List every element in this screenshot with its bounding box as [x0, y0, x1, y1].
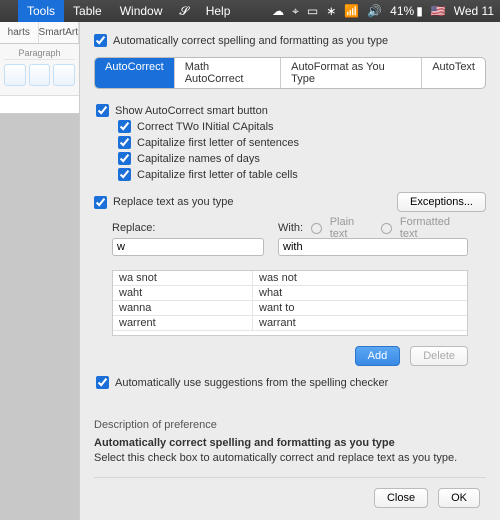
with-input[interactable] [278, 238, 468, 256]
dialog-footer: Close OK [94, 477, 486, 520]
cloud-icon[interactable]: ☁ [272, 4, 284, 18]
tab-math-autocorrect[interactable]: Math AutoCorrect [175, 58, 281, 88]
wifi-icon[interactable]: 📶 [344, 4, 359, 18]
ribbon-icon[interactable] [53, 64, 75, 86]
smart-button-label: Show AutoCorrect smart button [115, 105, 268, 117]
clock[interactable]: Wed 11 [454, 4, 494, 18]
auto-correct-label: Automatically correct spelling and forma… [113, 35, 388, 47]
radio-formatted-text [381, 223, 392, 234]
smart-button-checkbox[interactable] [96, 104, 109, 117]
flag-icon[interactable]: 🇺🇸 [431, 4, 446, 18]
replace-title: Replace: [112, 222, 155, 234]
table-row: wahtwhat [113, 286, 467, 301]
spellcheck-suggestions-label: Automatically use suggestions from the s… [115, 377, 388, 389]
add-button[interactable]: Add [355, 346, 401, 366]
document-background [0, 114, 79, 520]
tab-autocorrect[interactable]: AutoCorrect [95, 58, 175, 88]
replace-as-type-checkbox[interactable] [94, 196, 107, 209]
opt-cap-sentences[interactable] [118, 136, 131, 149]
tab-autoformat[interactable]: AutoFormat as You Type [281, 58, 422, 88]
ribbon-icon[interactable] [29, 64, 51, 86]
autocorrect-dialog: Automatically correct spelling and forma… [80, 22, 500, 520]
ribbon-remnant: harts SmartArt Paragraph [0, 22, 80, 520]
spellcheck-suggestions-checkbox[interactable] [96, 376, 109, 389]
tab-autotext[interactable]: AutoText [422, 58, 485, 88]
menu-window[interactable]: Window [111, 0, 172, 22]
opt-cap-table-cells[interactable] [118, 168, 131, 181]
table-row: warrentwarrant [113, 316, 467, 331]
table-row: wannawant to [113, 301, 467, 316]
ok-button[interactable]: OK [438, 488, 480, 508]
description-title: Automatically correct spelling and forma… [94, 437, 486, 449]
tabstrip: AutoCorrect Math AutoCorrect AutoFormat … [94, 57, 486, 89]
description-body: Select this check box to automatically c… [94, 452, 486, 464]
opt-two-initial-caps[interactable] [118, 120, 131, 133]
close-button[interactable]: Close [374, 488, 428, 508]
with-title: With: [278, 222, 303, 234]
ribbon-tab-charts[interactable]: harts [0, 22, 39, 43]
description-heading: Description of preference [94, 419, 486, 431]
replacements-table[interactable]: wa snotwas not wahtwhat wannawant to war… [112, 270, 468, 336]
delete-button[interactable]: Delete [410, 346, 468, 366]
radio-plain-text [311, 223, 322, 234]
auto-correct-checkbox[interactable] [94, 34, 107, 47]
display-icon[interactable]: ▭ [307, 4, 318, 18]
battery-indicator[interactable]: 41% ▮ [390, 4, 423, 18]
menu-help[interactable]: Help [197, 0, 240, 22]
ruler [0, 96, 79, 114]
menubar-right: ☁ ⌖ ▭ ∗ 📶 🔊 41% ▮ 🇺🇸 Wed 11 [272, 4, 500, 19]
replace-input[interactable] [112, 238, 264, 256]
replace-as-type-label: Replace text as you type [113, 196, 233, 208]
exceptions-button[interactable]: Exceptions... [397, 192, 486, 212]
location-icon[interactable]: ⌖ [292, 4, 299, 19]
volume-icon[interactable]: 🔊 [367, 4, 382, 18]
description-panel: Description of preference Automatically … [94, 419, 486, 464]
formatted-text-label: Formatted text [400, 216, 468, 240]
ribbon-icon[interactable] [4, 64, 26, 86]
plain-text-label: Plain text [330, 216, 373, 240]
bluetooth-icon[interactable]: ∗ [326, 4, 336, 18]
opt-cap-days[interactable] [118, 152, 131, 165]
menu-tools[interactable]: Tools [18, 0, 64, 22]
ribbon-group-label: Paragraph [4, 47, 75, 60]
menu-script-icon[interactable]: 𝓢 [171, 4, 196, 19]
menu-table[interactable]: Table [64, 0, 111, 22]
ribbon-tab-smartart[interactable]: SmartArt [39, 22, 79, 43]
table-row: wa snotwas not [113, 271, 467, 286]
menubar: Tools Table Window 𝓢 Help ☁ ⌖ ▭ ∗ 📶 🔊 41… [0, 0, 500, 22]
